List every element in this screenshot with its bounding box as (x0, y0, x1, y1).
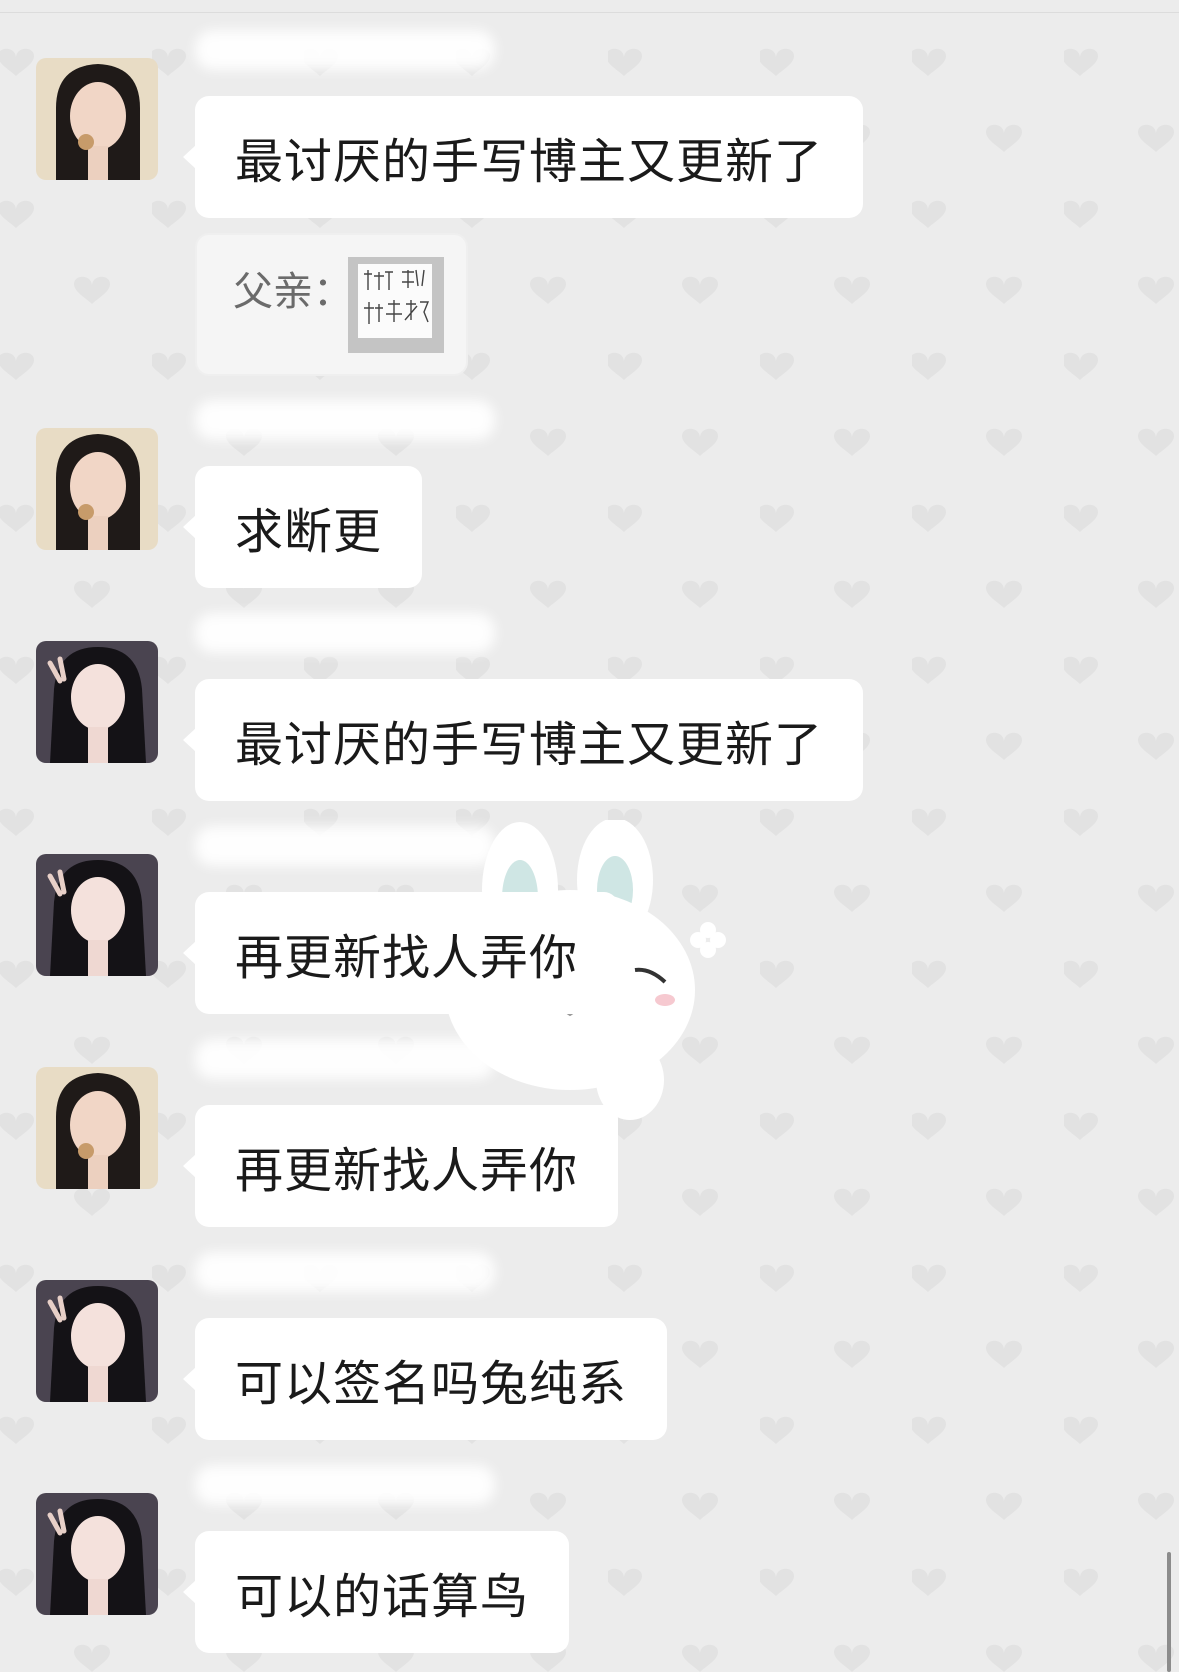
quote-label: 父亲： (233, 269, 353, 315)
sender-name-redacted (195, 826, 495, 866)
avatar[interactable] (36, 58, 158, 180)
avatar[interactable] (36, 854, 158, 976)
message-bubble[interactable]: 可以的话算鸟 (182, 1531, 570, 1653)
avatar[interactable] (36, 1493, 158, 1615)
scrollbar[interactable] (1167, 1552, 1171, 1672)
avatar[interactable] (36, 1067, 158, 1189)
sender-name-redacted (195, 613, 495, 653)
sender-name-redacted (195, 1252, 495, 1292)
top-divider (0, 12, 1179, 13)
sender-name-redacted (195, 30, 495, 70)
message-bubble[interactable]: 可以签名吗兔纯系 (182, 1318, 668, 1440)
message-bubble[interactable]: 再更新找人弄你 (182, 1105, 619, 1227)
quote-thumbnail[interactable] (348, 257, 444, 353)
message-bubble[interactable]: 再更新找人弄你 (182, 892, 619, 1014)
sender-name-redacted (195, 1465, 495, 1505)
avatar[interactable] (36, 641, 158, 763)
message-bubble[interactable]: 最讨厌的手写博主又更新了 (182, 96, 864, 218)
quoted-reply[interactable]: 父亲： (195, 233, 468, 376)
avatar[interactable] (36, 428, 158, 550)
message-bubble[interactable]: 最讨厌的手写博主又更新了 (182, 679, 864, 801)
message-bubble[interactable]: 求断更 (182, 466, 423, 588)
sender-name-redacted (195, 400, 495, 440)
avatar[interactable] (36, 1280, 158, 1402)
sender-name-redacted (195, 1039, 495, 1079)
